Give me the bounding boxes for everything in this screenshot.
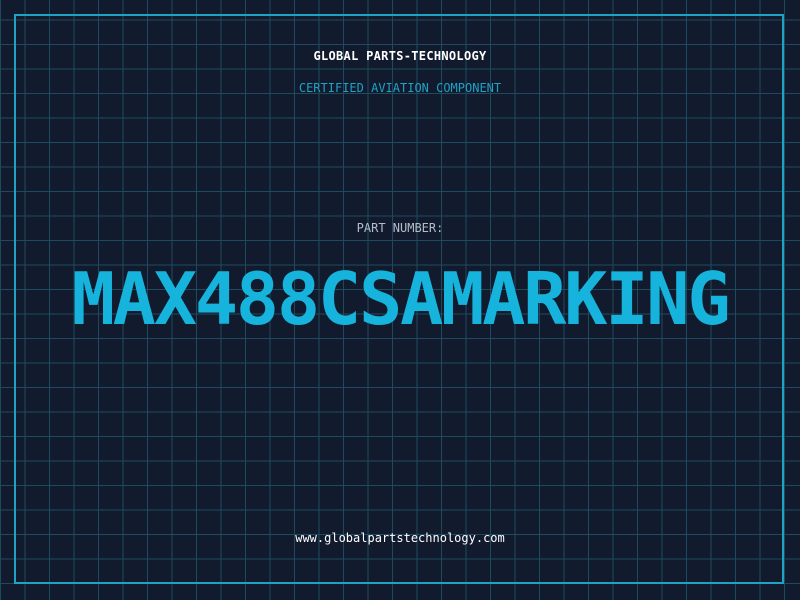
company-name: GLOBAL PARTS-TECHNOLOGY [313, 49, 487, 63]
part-label-card: GLOBAL PARTS-TECHNOLOGY CERTIFIED AVIATI… [0, 0, 800, 600]
certification-tagline: CERTIFIED AVIATION COMPONENT [298, 81, 502, 95]
part-number-value: MAX488CSAMARKING [71, 257, 731, 341]
part-number-label: PART NUMBER: [356, 221, 444, 235]
website-url: www.globalpartstechnology.com [295, 531, 505, 545]
